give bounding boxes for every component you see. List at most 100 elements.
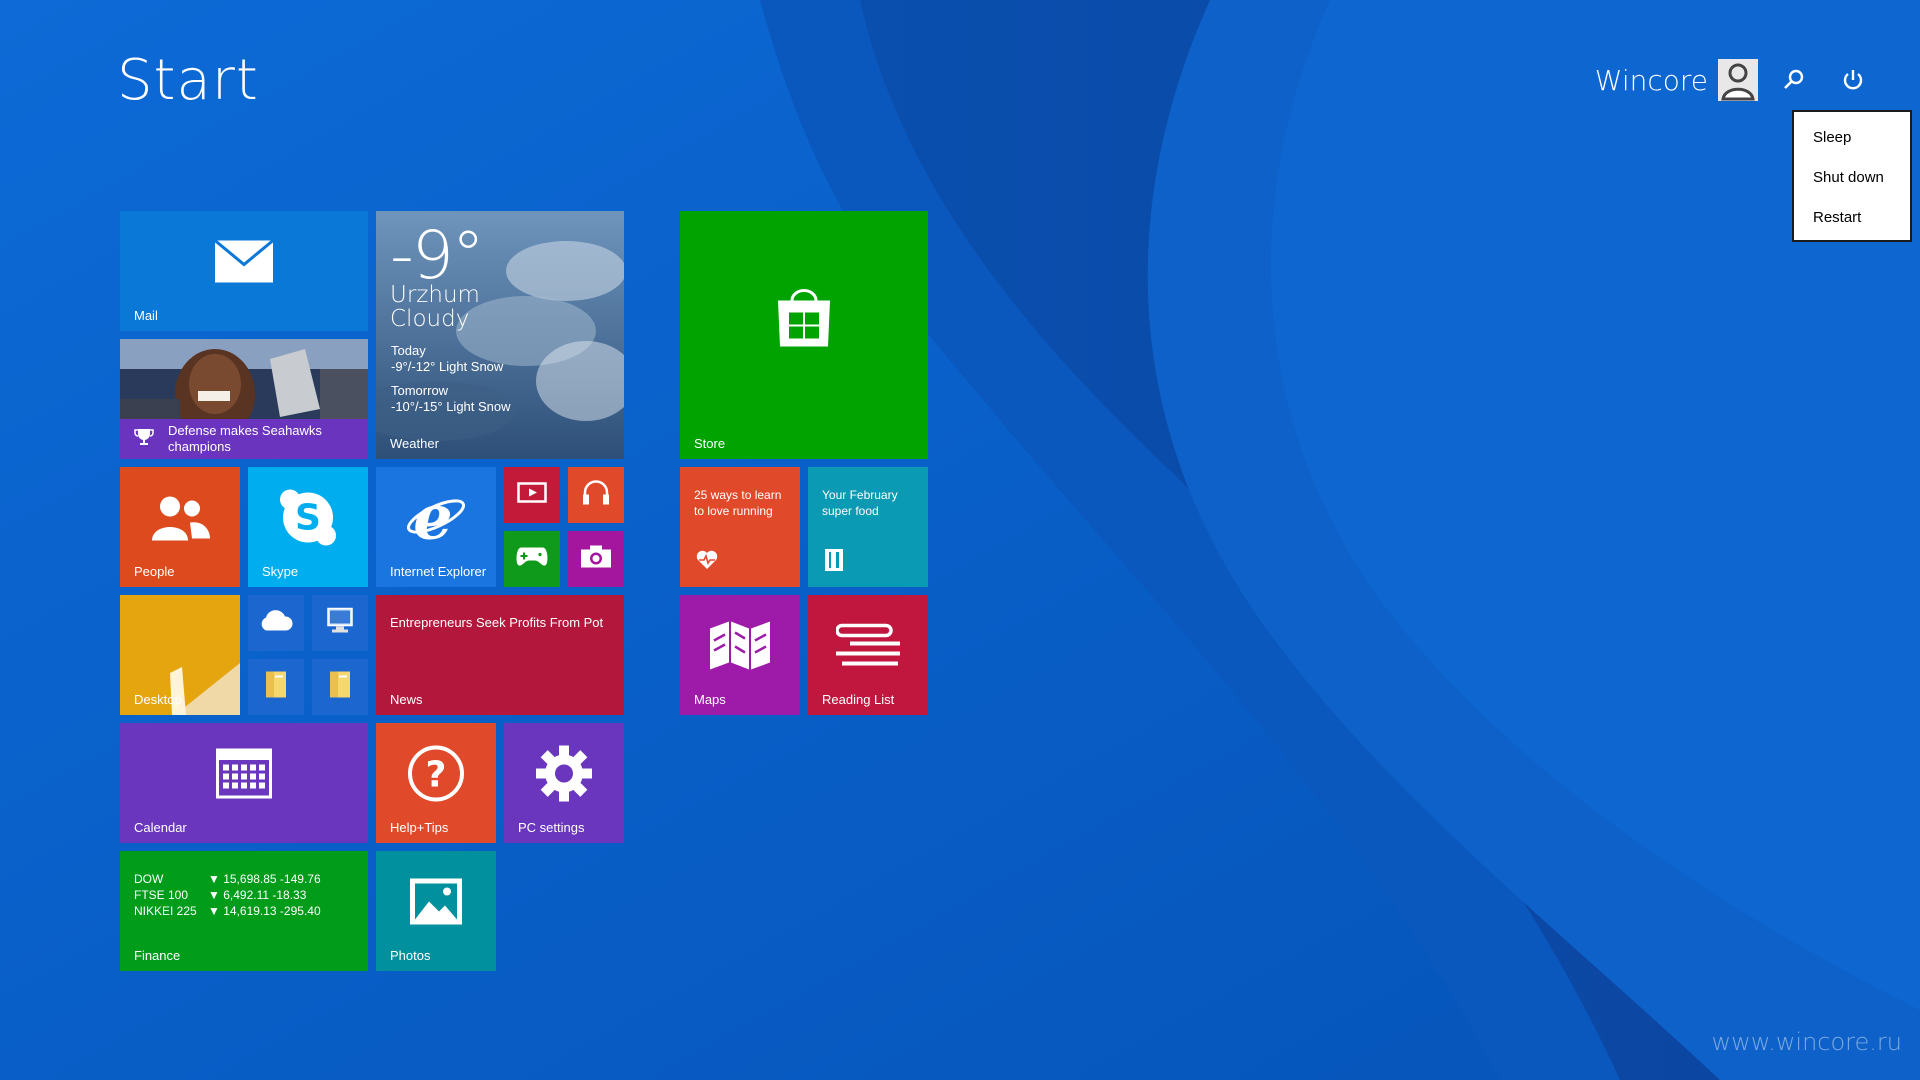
tile-this-pc[interactable]: [312, 595, 368, 651]
tile-reading-list[interactable]: Reading List: [808, 595, 928, 715]
weather-tomorrow-label: Tomorrow: [391, 383, 449, 398]
svg-text:e: e: [413, 488, 452, 546]
finance-index-value: ▼ 15,698.85 -149.76: [208, 872, 321, 886]
tile-camera[interactable]: [568, 531, 624, 587]
tile-news[interactable]: Entrepreneurs Seek Profits From Pot News: [376, 595, 624, 715]
sleep-option[interactable]: Sleep: [1794, 118, 1910, 158]
calendar-icon: [216, 748, 272, 803]
photos-icon: [409, 877, 463, 930]
tile-label: Maps: [694, 692, 726, 707]
tile-finance[interactable]: DOW ▼ 15,698.85 -149.76 FTSE 100 ▼ 6,492…: [120, 851, 368, 971]
tile-label: News: [390, 692, 423, 707]
camera-icon: [580, 545, 612, 574]
headphones-icon: [581, 479, 611, 512]
tile-store[interactable]: Store: [680, 211, 928, 459]
game-controller-icon: [515, 545, 549, 574]
tile-label: Mail: [134, 308, 158, 323]
tile-label: Finance: [134, 948, 181, 963]
tile-file-explorer[interactable]: [248, 659, 304, 715]
tile-mail[interactable]: Mail: [120, 211, 368, 331]
user-account[interactable]: Wincore: [1595, 58, 1758, 102]
weather-today-label: Today: [391, 343, 426, 358]
power-menu: Sleep Shut down Restart: [1792, 110, 1912, 242]
tile-onedrive[interactable]: [248, 595, 304, 651]
tile-label: Internet Explorer: [390, 564, 487, 579]
tile-sports[interactable]: Defense makes Seahawks champions: [120, 339, 368, 459]
avatar: [1718, 59, 1758, 101]
tile-internet-explorer[interactable]: e Internet Explorer: [376, 467, 496, 587]
cloud-icon: [258, 610, 294, 637]
gear-icon: [535, 744, 593, 807]
tile-label: Photos: [390, 948, 431, 963]
weather-tomorrow-forecast: -10°/-15° Light Snow: [391, 399, 511, 414]
folder-icon: [263, 670, 289, 705]
tile-photos[interactable]: Photos: [376, 851, 496, 971]
food-headline-line1: Your February: [822, 488, 898, 502]
finance-index-value: ▼ 6,492.11 -18.33: [208, 888, 307, 902]
heart-pulse-icon: [696, 550, 718, 575]
finance-index-name: FTSE 100: [134, 888, 189, 902]
tile-health-fitness[interactable]: 25 ways to learn to love running: [680, 467, 800, 587]
svg-text:?: ?: [426, 754, 447, 795]
tile-label: Skype: [262, 564, 299, 579]
user-name: Wincore: [1594, 63, 1708, 97]
sports-headline-line2: champions: [168, 439, 231, 454]
sports-photo: [120, 339, 368, 419]
page-title: Start: [117, 48, 259, 113]
tile-games[interactable]: [504, 531, 560, 587]
mail-icon: [214, 239, 274, 287]
skype-icon: S: [278, 487, 338, 552]
weather-city: Urzhum: [390, 282, 480, 308]
tile-label: Calendar: [134, 820, 187, 835]
tile-label: Store: [694, 436, 726, 451]
tile-maps[interactable]: Maps: [680, 595, 800, 715]
svg-text:S: S: [295, 497, 321, 538]
tile-skype[interactable]: S Skype: [248, 467, 368, 587]
tile-label: People: [134, 564, 175, 579]
watermark: www.wincore.ru: [1711, 1028, 1902, 1056]
tile-music[interactable]: [568, 467, 624, 523]
tile-label: Desktop: [134, 692, 182, 707]
restart-option[interactable]: Restart: [1794, 198, 1910, 238]
tile-label: Help+Tips: [390, 820, 449, 835]
tile-help-tips[interactable]: ? Help+Tips: [376, 723, 496, 843]
finance-row: FTSE 100 ▼ 6,492.11 -18.33: [134, 887, 306, 903]
store-bag-icon: [774, 287, 834, 354]
weather-condition: Cloudy: [390, 306, 470, 332]
finance-index-name: DOW: [134, 872, 164, 886]
search-icon[interactable]: [1776, 62, 1812, 98]
tile-desktop[interactable]: Desktop: [120, 595, 240, 715]
tile-documents[interactable]: [312, 659, 368, 715]
trophy-icon: [134, 427, 154, 452]
tile-calendar[interactable]: Calendar: [120, 723, 368, 843]
food-headline-line2: super food: [822, 504, 879, 518]
tile-video[interactable]: [504, 467, 560, 523]
weather-location: Urzhum Cloudy: [390, 283, 480, 331]
computer-icon: [324, 607, 356, 640]
fork-knife-icon: [824, 548, 844, 577]
health-headline-line1: 25 ways to learn: [694, 488, 782, 502]
tile-label: Weather: [390, 436, 439, 451]
tile-weather[interactable]: -9° Urzhum Cloudy Today -9°/-12° Light S…: [376, 211, 624, 459]
reading-list-icon: [835, 621, 900, 674]
shut-down-option[interactable]: Shut down: [1794, 158, 1910, 198]
tile-food-drink[interactable]: Your February super food: [808, 467, 928, 587]
tile-people[interactable]: People: [120, 467, 240, 587]
power-icon[interactable]: [1835, 62, 1871, 98]
finance-row: DOW ▼ 15,698.85 -149.76: [134, 871, 321, 887]
internet-explorer-icon: e: [405, 480, 467, 553]
tile-label: Reading List: [822, 692, 895, 707]
news-headline: Entrepreneurs Seek Profits From Pot: [390, 615, 604, 630]
finance-row: NIKKEI 225 ▼ 14,619.13 -295.40: [134, 903, 321, 919]
tile-label: PC settings: [518, 820, 585, 835]
sports-headline-line1: Defense makes Seahawks: [168, 423, 322, 438]
folder-icon: [327, 670, 353, 705]
finance-index-name: NIKKEI 225: [134, 904, 197, 918]
help-icon: ?: [407, 744, 465, 807]
video-icon: [517, 481, 547, 510]
finance-index-value: ▼ 14,619.13 -295.40: [208, 904, 321, 918]
tile-pc-settings[interactable]: PC settings: [504, 723, 624, 843]
people-icon: [148, 492, 212, 547]
weather-today-forecast: -9°/-12° Light Snow: [391, 359, 504, 374]
health-headline-line2: to love running: [694, 504, 773, 518]
